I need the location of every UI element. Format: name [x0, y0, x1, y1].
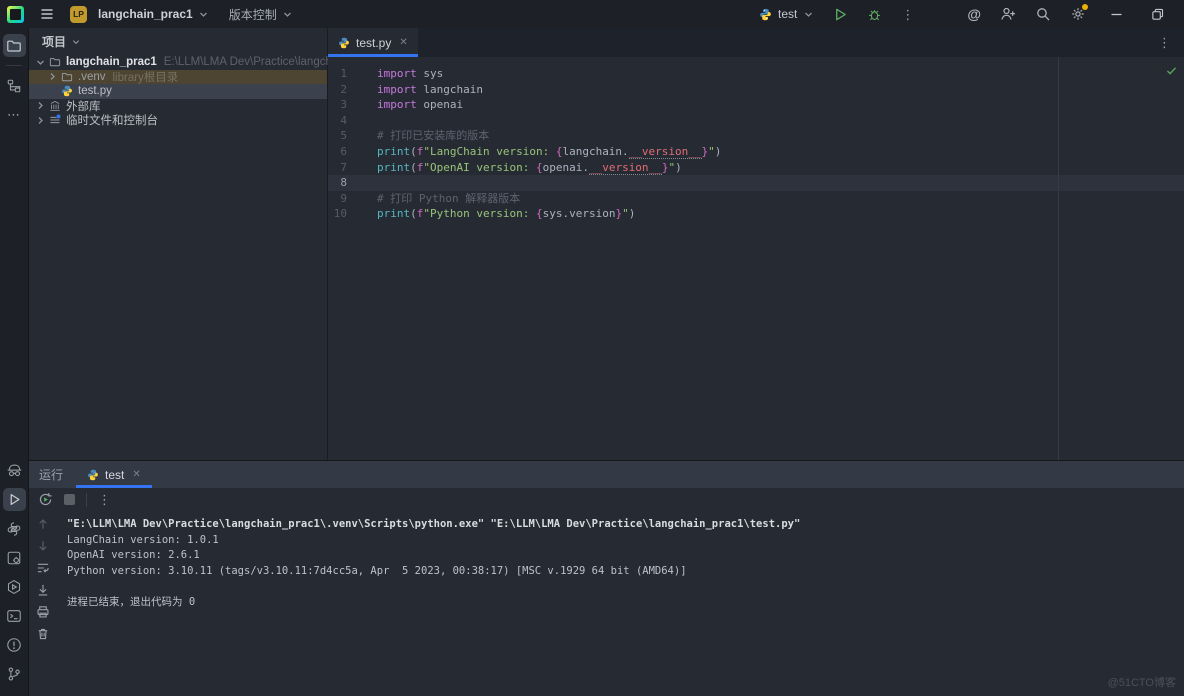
- problems-tool-button[interactable]: [3, 633, 26, 656]
- pycharm-logo-icon: [7, 6, 24, 23]
- project-panel-header[interactable]: 项目: [29, 28, 327, 55]
- watermark: @51CTO博客: [1108, 674, 1176, 690]
- python-icon: [759, 8, 772, 21]
- python-packages-tool-button[interactable]: [3, 517, 26, 540]
- more-actions-kebab[interactable]: ⋮: [901, 8, 914, 21]
- tree-suffix: library根目录: [113, 69, 179, 85]
- run-tab-test[interactable]: test ✕: [76, 461, 152, 488]
- pycharm-window: LP langchain_prac1 版本控制 test: [0, 0, 1184, 696]
- rerun-button[interactable]: [38, 492, 53, 507]
- tree-row-4[interactable]: 临时文件和控制台: [29, 113, 327, 128]
- code-with-me-icon[interactable]: [1000, 6, 1016, 22]
- chevron-down-icon: [198, 9, 209, 20]
- project-panel: 项目 langchain_prac1E:\LLM\LMA Dev\Practic…: [29, 28, 328, 460]
- close-icon[interactable]: ✕: [132, 469, 140, 480]
- scroll-to-end-icon[interactable]: [36, 583, 50, 597]
- project-name: langchain_prac1: [98, 7, 193, 21]
- ai-assistant-icon[interactable]: @: [967, 6, 981, 22]
- library-icon: [47, 100, 63, 112]
- minimize-button[interactable]: [1105, 3, 1127, 25]
- inspections-ok-check-icon[interactable]: [1165, 64, 1178, 77]
- tab-label: test.py: [356, 36, 391, 50]
- version-control-tool-button[interactable]: [3, 662, 26, 685]
- more-tool-windows-button[interactable]: ⋯: [3, 103, 26, 126]
- chevron-down-icon: [282, 9, 293, 20]
- chevron-right-icon[interactable]: [34, 100, 47, 111]
- tree-label: langchain_prac1: [66, 56, 157, 68]
- settings-gear-icon[interactable]: [1070, 6, 1086, 22]
- editor-gutter[interactable]: 12345678910: [328, 57, 377, 460]
- run-panel-title: 运行: [29, 466, 76, 483]
- prev-occurrence-icon[interactable]: [36, 517, 50, 531]
- project-tree: langchain_prac1E:\LLM\LMA Dev\Practice\l…: [29, 55, 327, 128]
- tree-row-3[interactable]: 外部库: [29, 99, 327, 114]
- editor-tab-bar: test.py ✕ ⋮: [328, 28, 1184, 57]
- run-button[interactable]: [833, 7, 848, 22]
- toolbar-divider: [86, 493, 87, 507]
- python-icon: [338, 37, 350, 49]
- tab-options-kebab[interactable]: ⋮: [1158, 36, 1184, 49]
- folder-icon: [59, 71, 75, 83]
- chevron-right-icon[interactable]: [46, 71, 59, 82]
- restore-button[interactable]: [1146, 3, 1168, 25]
- project-widget[interactable]: langchain_prac1: [98, 7, 209, 21]
- search-everywhere-icon[interactable]: [1035, 6, 1051, 22]
- stop-button[interactable]: [64, 494, 75, 505]
- run-toolbar: ⋮: [29, 488, 1184, 511]
- chevron-down-icon: [803, 9, 814, 20]
- python-icon: [87, 469, 99, 481]
- console-toolbar: [29, 511, 57, 696]
- code-editor[interactable]: 12345678910 import sysimport langchainim…: [328, 57, 1184, 460]
- terminal-tool-button[interactable]: [3, 604, 26, 627]
- python-icon: [59, 85, 75, 97]
- structure-tool-button[interactable]: [3, 74, 26, 97]
- run-options-kebab[interactable]: ⋮: [98, 493, 111, 506]
- editor-area: test.py ✕ ⋮ 12345678910 import sysimport…: [328, 28, 1184, 460]
- print-icon[interactable]: [36, 605, 50, 619]
- tree-label: test.py: [78, 85, 112, 97]
- tree-row-2[interactable]: test.py: [29, 84, 327, 99]
- incognito-tool-button[interactable]: [3, 459, 26, 482]
- chevron-down-icon[interactable]: [34, 57, 47, 68]
- run-config-name: test: [778, 7, 797, 21]
- titlebar: LP langchain_prac1 版本控制 test: [0, 0, 1184, 28]
- run-tool-window: 运行 test ✕ ⋮: [29, 460, 1184, 696]
- run-tool-button[interactable]: [3, 488, 26, 511]
- run-config-selector[interactable]: test: [759, 7, 814, 21]
- tool-window-strip: ⋯: [0, 28, 29, 696]
- next-occurrence-icon[interactable]: [36, 539, 50, 553]
- tree-row-0[interactable]: langchain_prac1E:\LLM\LMA Dev\Practice\l…: [29, 55, 327, 70]
- chevron-right-icon[interactable]: [34, 115, 47, 126]
- run-hexagon-tool-button[interactable]: [3, 575, 26, 598]
- debug-button[interactable]: [867, 7, 882, 22]
- run-tab-label: test: [105, 468, 124, 482]
- run-body: "E:\LLM\LMA Dev\Practice\langchain_prac1…: [29, 511, 1184, 696]
- soft-wrap-icon[interactable]: [36, 561, 50, 575]
- project-tool-button[interactable]: [3, 34, 26, 57]
- settings-notification-badge: [1082, 4, 1088, 10]
- run-panel-header: 运行 test ✕: [29, 461, 1184, 488]
- project-panel-title: 项目: [42, 33, 66, 50]
- main-menu-button[interactable]: [35, 2, 59, 26]
- tree-label: 临时文件和控制台: [66, 112, 158, 128]
- tab-test-py[interactable]: test.py ✕: [328, 28, 418, 57]
- strip-divider: [6, 65, 22, 66]
- code-lines: import sysimport langchainimport openai#…: [377, 57, 1184, 460]
- folder-icon: [47, 56, 63, 68]
- tree-row-1[interactable]: .venv library根目录: [29, 70, 327, 85]
- vcs-widget[interactable]: 版本控制: [229, 6, 293, 23]
- chevron-down-icon: [71, 37, 81, 47]
- scratches-icon: [47, 114, 63, 126]
- console-output: "E:\LLM\LMA Dev\Practice\langchain_prac1…: [57, 511, 1184, 696]
- services-tool-button[interactable]: [3, 546, 26, 569]
- tree-label: .venv: [78, 71, 106, 83]
- project-avatar[interactable]: LP: [70, 6, 87, 23]
- close-icon[interactable]: ✕: [399, 37, 407, 48]
- vcs-label: 版本控制: [229, 6, 277, 23]
- clear-console-icon[interactable]: [36, 627, 50, 641]
